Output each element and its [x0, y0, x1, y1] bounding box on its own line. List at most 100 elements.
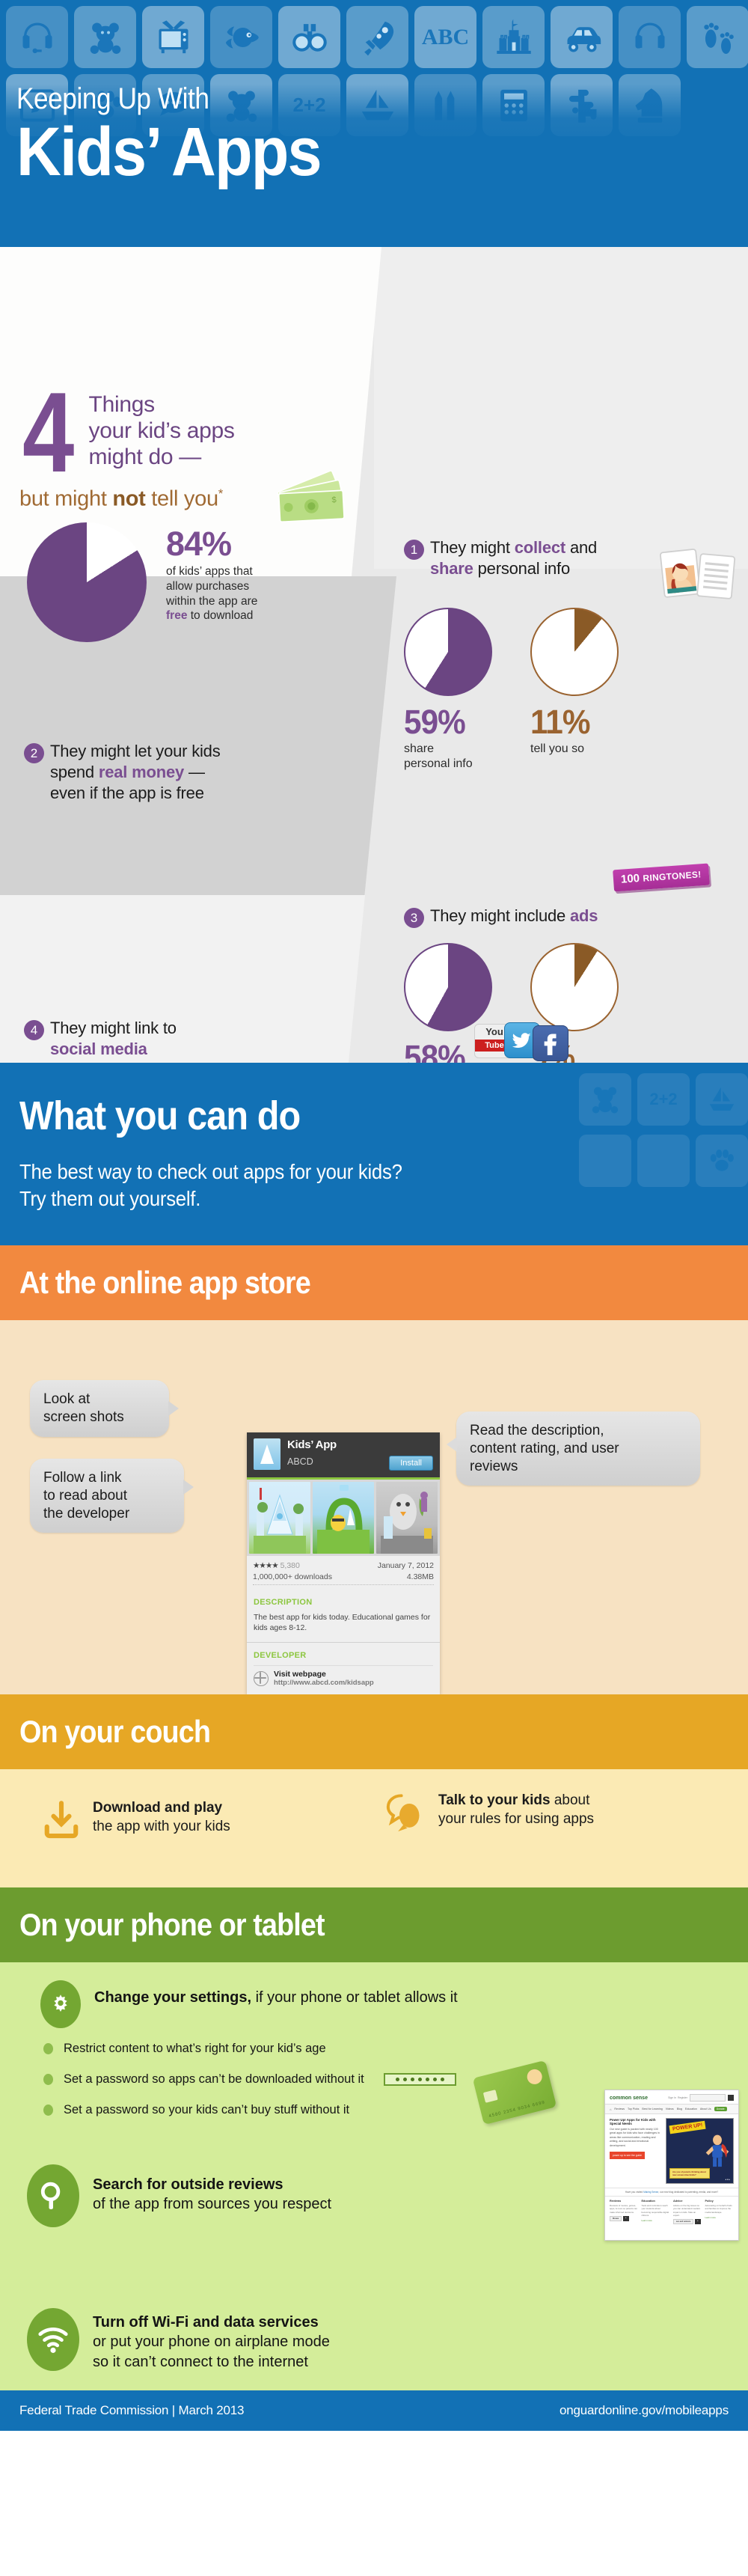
pie-chart-84 — [27, 522, 147, 642]
app-meta-row-1: ★★★★ 5,380 January 7, 2012 — [253, 1561, 434, 1570]
meta-divider — [253, 1584, 434, 1585]
credit-card-icon: 4580 2354 9034 6699 — [472, 2060, 557, 2125]
callout-screen-shots: Look at screen shots — [30, 1380, 179, 1437]
browser-headline: Power Up! Apps for Kids with Special Nee… — [610, 2118, 656, 2125]
fact-1-pies: 59% share personal info 11% tell you so — [404, 608, 718, 770]
app-screenshot-2[interactable] — [313, 1482, 374, 1554]
gear-icon-badge — [40, 1980, 81, 2028]
couch-body: Download and play the app with your kids … — [0, 1769, 748, 1887]
header-text-block: Keeping Up With Kids’ Apps — [16, 84, 355, 186]
app-store-banner: At the online app store — [0, 1245, 748, 1341]
fact-4-heading-text: They might link to social media — [50, 1019, 177, 1059]
nav-tab[interactable]: About Us — [700, 2108, 711, 2110]
fact-3-number: 3 — [404, 908, 424, 928]
ringtones-count: 100 — [620, 872, 640, 886]
intro-lines: Things your kid’s apps might do — — [89, 392, 235, 470]
nav-tab[interactable]: Top Picks — [628, 2108, 639, 2110]
phone-tablet-section: On your phone or tablet Change your sett… — [0, 1887, 748, 2390]
nav-tab[interactable]: Reviews — [614, 2108, 625, 2110]
app-screenshot-1[interactable] — [249, 1482, 310, 1554]
intro-sub-post: tell you — [145, 486, 218, 511]
app-icon — [254, 1438, 280, 1470]
couch-talk-inline: about — [550, 1792, 590, 1808]
nav-tab[interactable]: Blog — [677, 2108, 682, 2110]
globe-icon — [254, 1670, 269, 1686]
section-divider — [247, 1642, 440, 1643]
fact-4-heading: 4 They might link to social media — [24, 1018, 323, 1060]
app-store-section: At the online app store Look at screen sh… — [0, 1245, 748, 1694]
pie-chart-9-ads — [530, 943, 619, 1031]
app-screenshot-3[interactable] — [376, 1482, 438, 1554]
what-you-can-do-section: 2+2 What you can do The best way to chec… — [0, 1063, 748, 1245]
common-sense-browser-screenshot: common sense Sign In Register ⌂ Reviews … — [604, 2090, 739, 2241]
pie-chart-11 — [530, 608, 619, 697]
browser-learn-more[interactable]: Learn more — [642, 2219, 671, 2222]
app-listing-header: Kids’ App ABCD Install — [247, 1432, 440, 1477]
description-text: The best app for kids today. Educational… — [254, 1613, 431, 1633]
couch-download-bold: Download and play — [93, 1800, 223, 1816]
footer-agency: Federal Trade Commission | March 2013 — [19, 2403, 245, 2417]
intro-line-1: Things — [88, 392, 156, 417]
magnifier-icon — [40, 2182, 61, 2209]
search-reviews-rest: of the app from sources you respect — [93, 2196, 332, 2213]
search-reviews-text: Search for outside reviews of the app fro… — [93, 2164, 331, 2215]
phone-tablet-banner: On your phone or tablet — [0, 1887, 748, 1983]
release-date: January 7, 2012 — [377, 1561, 434, 1570]
intro-line-2: your kid’s apps — [88, 418, 235, 443]
app-store-listing-mock: Kids’ App ABCD Install ★★★★ 5,380 Januar… — [247, 1432, 440, 1694]
fact-3-heading: 3 They might include ads — [404, 906, 718, 928]
nav-tab[interactable]: Education — [685, 2108, 697, 2110]
wifi-icon — [38, 2328, 68, 2353]
pie-chart-58 — [404, 943, 492, 1031]
card-number: 4580 2354 9034 6699 — [488, 2100, 546, 2119]
fact-2-heading: 2 They might let your kids spend real mon… — [24, 741, 346, 804]
app-meta-block: ★★★★ 5,380 January 7, 2012 1,000,000+ do… — [247, 1556, 440, 1591]
ringtones-ad-badge[interactable]: 100 RINGTONES! — [613, 863, 710, 892]
settings-text: Change your settings, if your phone or t… — [94, 1980, 458, 2007]
app-developer-section: DEVELOPER Visit webpage http://www.abcd.… — [247, 1644, 440, 1694]
app-size: 4.38MB — [406, 1572, 434, 1581]
nav-tab[interactable]: Videos — [666, 2108, 674, 2110]
pie-84-label: of kids’ apps that allow purchases withi… — [166, 564, 323, 623]
settings-bullet-2-text: Set a password so apps can’t be download… — [64, 2072, 364, 2086]
fact-2-caption-c: within the app are — [166, 594, 258, 608]
intro-sub-star: * — [218, 486, 224, 501]
couch-section: On your couch Download and play the app w… — [0, 1694, 748, 1887]
footer-url[interactable]: onguardonline.gov/mobileapps — [560, 2403, 729, 2418]
developer-link-row[interactable]: Visit webpage http://www.abcd.com/kidsap… — [254, 1670, 433, 1687]
pie-chart-59 — [404, 608, 492, 697]
poster-title: POWER UP! — [669, 2120, 706, 2134]
intro-sub-bold: not — [112, 486, 146, 511]
whatcan-tiles-row-2 — [579, 1135, 748, 1187]
fact-4: 4 They might link tosocial media 22% lin… — [24, 1018, 323, 1063]
settings-item: Change your settings, if your phone or t… — [40, 1980, 458, 2028]
common-sense-brand: common sense — [610, 2095, 648, 2101]
settings-bullet-1-text: Restrict content to what’s right for you… — [64, 2042, 326, 2055]
intro-heading: 4 Things your kid’s apps might do — — [22, 369, 235, 496]
intro-number: 4 — [22, 369, 75, 496]
bullet-dot-icon — [43, 2074, 53, 2085]
fact-2-caption-d: to download — [187, 609, 254, 623]
couch-talk-rest: your rules for using apps — [438, 1810, 595, 1827]
bullet-dot-icon — [43, 2043, 53, 2054]
wifi-rest-2: so it can’t connect to the internet — [93, 2353, 308, 2370]
pie-84-percent: 84% — [166, 525, 232, 563]
settings-bullet-3: Set a password so your kids can’t buy st… — [43, 2060, 687, 2125]
password-field[interactable] — [383, 2073, 456, 2086]
donate-button[interactable]: Donate — [714, 2107, 727, 2111]
install-button[interactable]: Install — [389, 1456, 433, 1471]
money-bills-icon: $ — [269, 470, 359, 534]
fact-2-caption-free: free — [166, 609, 188, 623]
app-meta-row-2: 1,000,000+ downloads 4.38MB — [253, 1572, 434, 1581]
settings-rest: if your phone or tablet allows it — [251, 1989, 458, 2006]
infographic-page: ABC 2+2 Keeping Up With Kids’ Apps — [0, 0, 748, 2576]
app-screenshots-strip — [247, 1480, 440, 1556]
app-developer-name: ABCD — [287, 1456, 313, 1467]
browser-column-title: Education — [641, 2200, 655, 2203]
fact-2-heading-text: They might let your kids spend real money… — [50, 742, 221, 803]
nav-tab[interactable]: Best for Learning — [642, 2108, 662, 2110]
browser-learn-more[interactable]: Learn more — [705, 2216, 735, 2219]
what-you-can-do-body: The best way to check out apps for your … — [19, 1159, 402, 1212]
facebook-icon — [533, 1025, 568, 1061]
browser-cta-button[interactable]: power up to see the guide — [610, 2151, 646, 2159]
